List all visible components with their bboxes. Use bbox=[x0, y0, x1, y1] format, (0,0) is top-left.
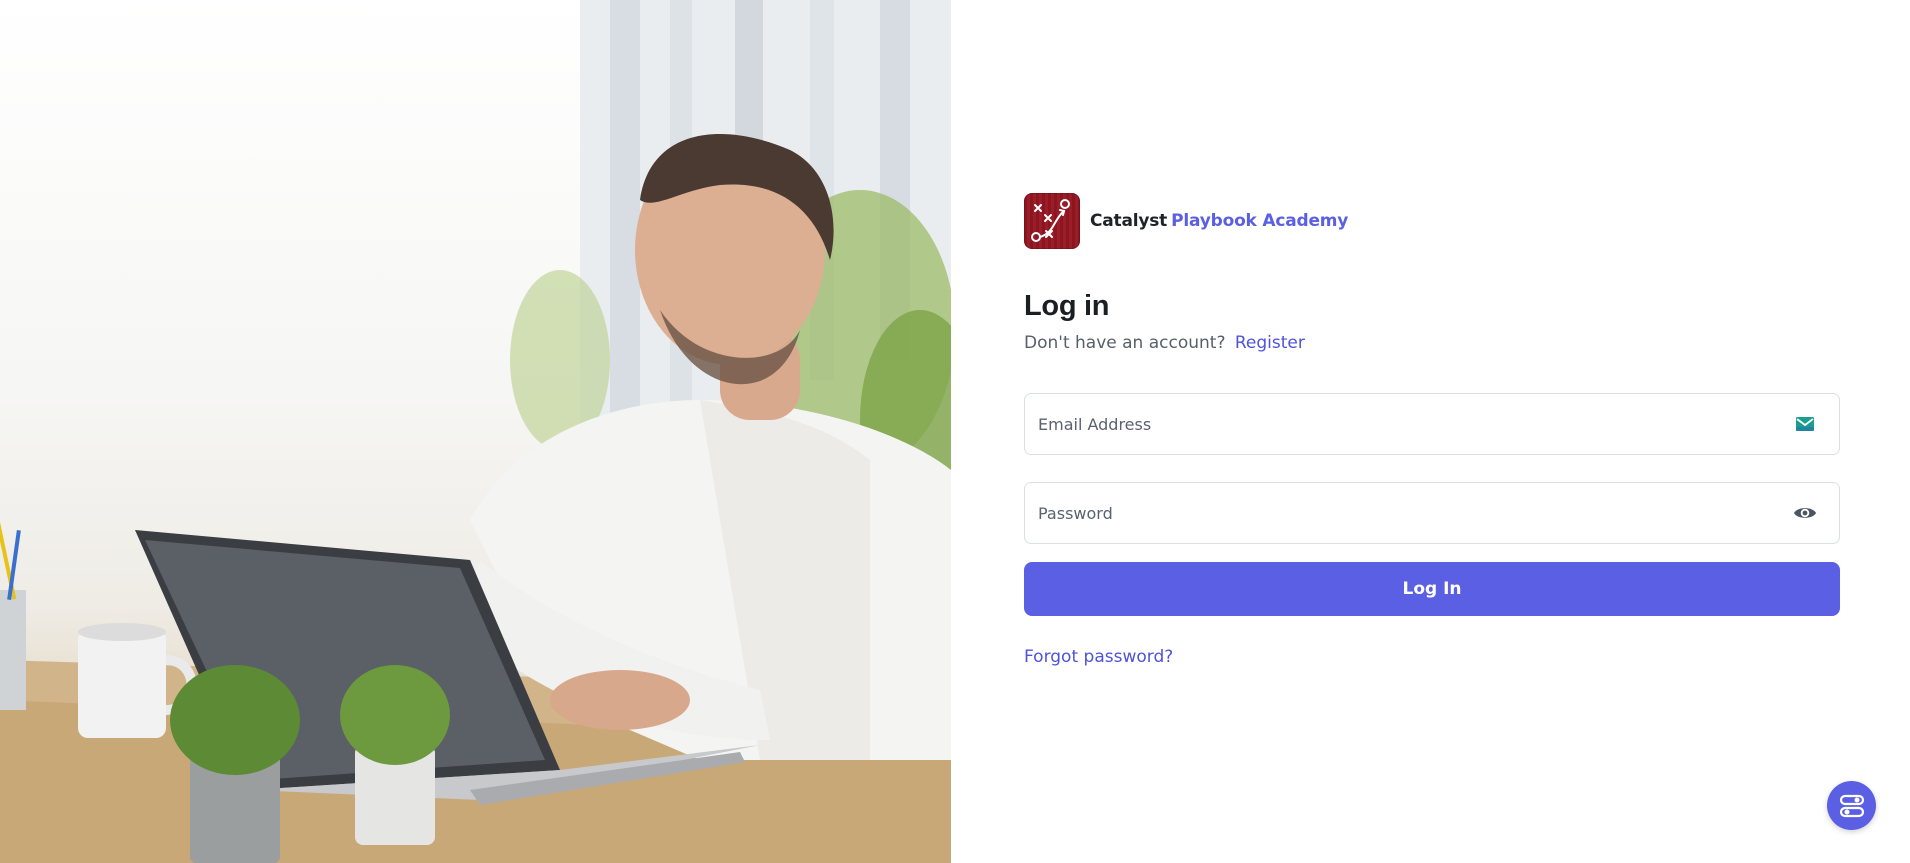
login-panel: Catalyst Playbook Academy Log in Don't ha… bbox=[1024, 0, 1840, 863]
playbook-logo-icon bbox=[1024, 193, 1080, 249]
brand-name: Catalyst Playbook Academy bbox=[1090, 211, 1348, 231]
settings-fab-button[interactable] bbox=[1827, 781, 1876, 830]
register-prompt: Don't have an account? Register bbox=[1024, 333, 1305, 353]
register-link[interactable]: Register bbox=[1235, 333, 1305, 353]
brand-name-part2: Playbook Academy bbox=[1171, 211, 1349, 231]
hero-photo bbox=[0, 0, 951, 863]
hero-illustration bbox=[0, 0, 951, 863]
toggle-settings-icon bbox=[1839, 794, 1864, 817]
logo-glyph bbox=[1031, 199, 1070, 242]
password-input[interactable] bbox=[1038, 483, 1758, 543]
no-account-text: Don't have an account? bbox=[1024, 333, 1226, 353]
login-button[interactable]: Log In bbox=[1024, 562, 1840, 616]
eye-icon[interactable] bbox=[1793, 502, 1817, 524]
page-title: Log in bbox=[1024, 290, 1110, 322]
password-field[interactable] bbox=[1024, 482, 1840, 544]
email-icon bbox=[1793, 413, 1817, 435]
email-input[interactable] bbox=[1038, 394, 1758, 454]
email-field[interactable] bbox=[1024, 393, 1840, 455]
brand-name-part1: Catalyst bbox=[1090, 211, 1168, 231]
brand: Catalyst Playbook Academy bbox=[1024, 193, 1348, 249]
forgot-password-link[interactable]: Forgot password? bbox=[1024, 647, 1173, 667]
